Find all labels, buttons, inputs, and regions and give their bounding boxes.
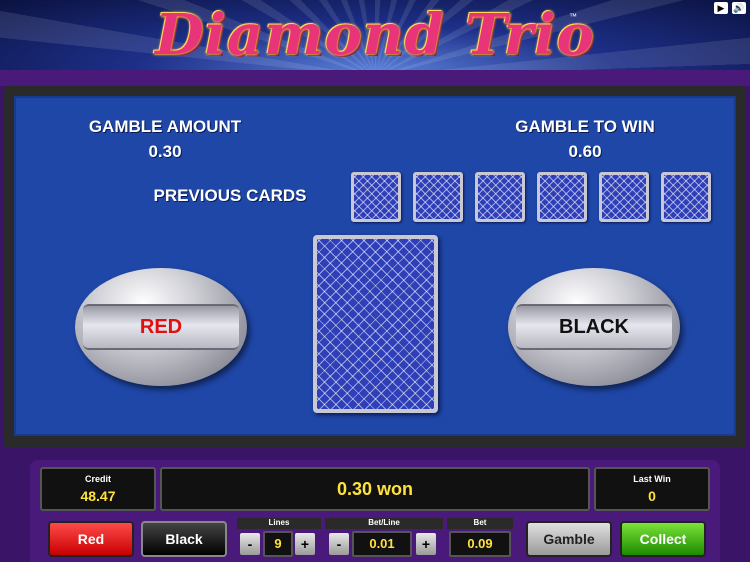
black-choice-button[interactable]: BLACK bbox=[508, 268, 680, 386]
collect-button[interactable]: Collect bbox=[620, 521, 706, 557]
win-message: 0.30 won bbox=[160, 467, 590, 511]
face-down-card bbox=[313, 235, 438, 413]
credit-display: Credit 48.47 bbox=[40, 467, 156, 511]
previous-card-6 bbox=[661, 172, 711, 222]
black-button[interactable]: Black bbox=[141, 521, 227, 557]
credit-value: 48.47 bbox=[80, 488, 116, 504]
last-win-label: Last Win bbox=[633, 474, 671, 484]
lines-plus-button[interactable]: + bbox=[295, 533, 315, 555]
previous-card-1 bbox=[351, 172, 401, 222]
previous-card-5 bbox=[599, 172, 649, 222]
bet-line-label: Bet/Line bbox=[325, 518, 443, 529]
red-choice-button[interactable]: RED bbox=[75, 268, 247, 386]
lines-label: Lines bbox=[237, 518, 321, 529]
game-logo: Diamond Trio bbox=[155, 2, 595, 68]
last-win-value: 0 bbox=[648, 488, 656, 504]
gamble-amount-label: GAMBLE AMOUNT bbox=[88, 117, 242, 136]
previous-cards-label: PREVIOUS CARDS bbox=[153, 186, 307, 205]
lines-value: 9 bbox=[263, 531, 293, 557]
sound-icon[interactable]: 🔊 bbox=[732, 2, 746, 14]
play-icon[interactable]: ▶ bbox=[714, 2, 728, 14]
bet-value: 0.09 bbox=[449, 531, 511, 557]
previous-card-4 bbox=[537, 172, 587, 222]
gamble-to-win-value: 0.60 bbox=[568, 142, 602, 161]
gamble-amount-value: 0.30 bbox=[148, 142, 182, 161]
header-divider bbox=[0, 70, 750, 86]
gamble-button[interactable]: Gamble bbox=[526, 521, 612, 557]
lines-minus-button[interactable]: - bbox=[240, 533, 260, 555]
bet-line-value: 0.01 bbox=[352, 531, 412, 557]
previous-card-2 bbox=[413, 172, 463, 222]
gamble-to-win-label: GAMBLE TO WIN bbox=[515, 117, 655, 136]
red-button[interactable]: Red bbox=[48, 521, 134, 557]
header-controls: ▶ 🔊 bbox=[714, 2, 746, 14]
bet-line-minus-button[interactable]: - bbox=[329, 533, 349, 555]
black-choice-label: BLACK bbox=[516, 304, 672, 350]
last-win-display: Last Win 0 bbox=[594, 467, 710, 511]
game-header: Diamond Trio ™ ▶ 🔊 bbox=[0, 0, 750, 70]
credit-label: Credit bbox=[84, 474, 111, 484]
previous-card-3 bbox=[475, 172, 525, 222]
red-choice-label: RED bbox=[83, 304, 239, 350]
trademark-mark: ™ bbox=[569, 12, 577, 21]
bet-line-plus-button[interactable]: + bbox=[416, 533, 436, 555]
bet-label: Bet bbox=[447, 518, 513, 529]
